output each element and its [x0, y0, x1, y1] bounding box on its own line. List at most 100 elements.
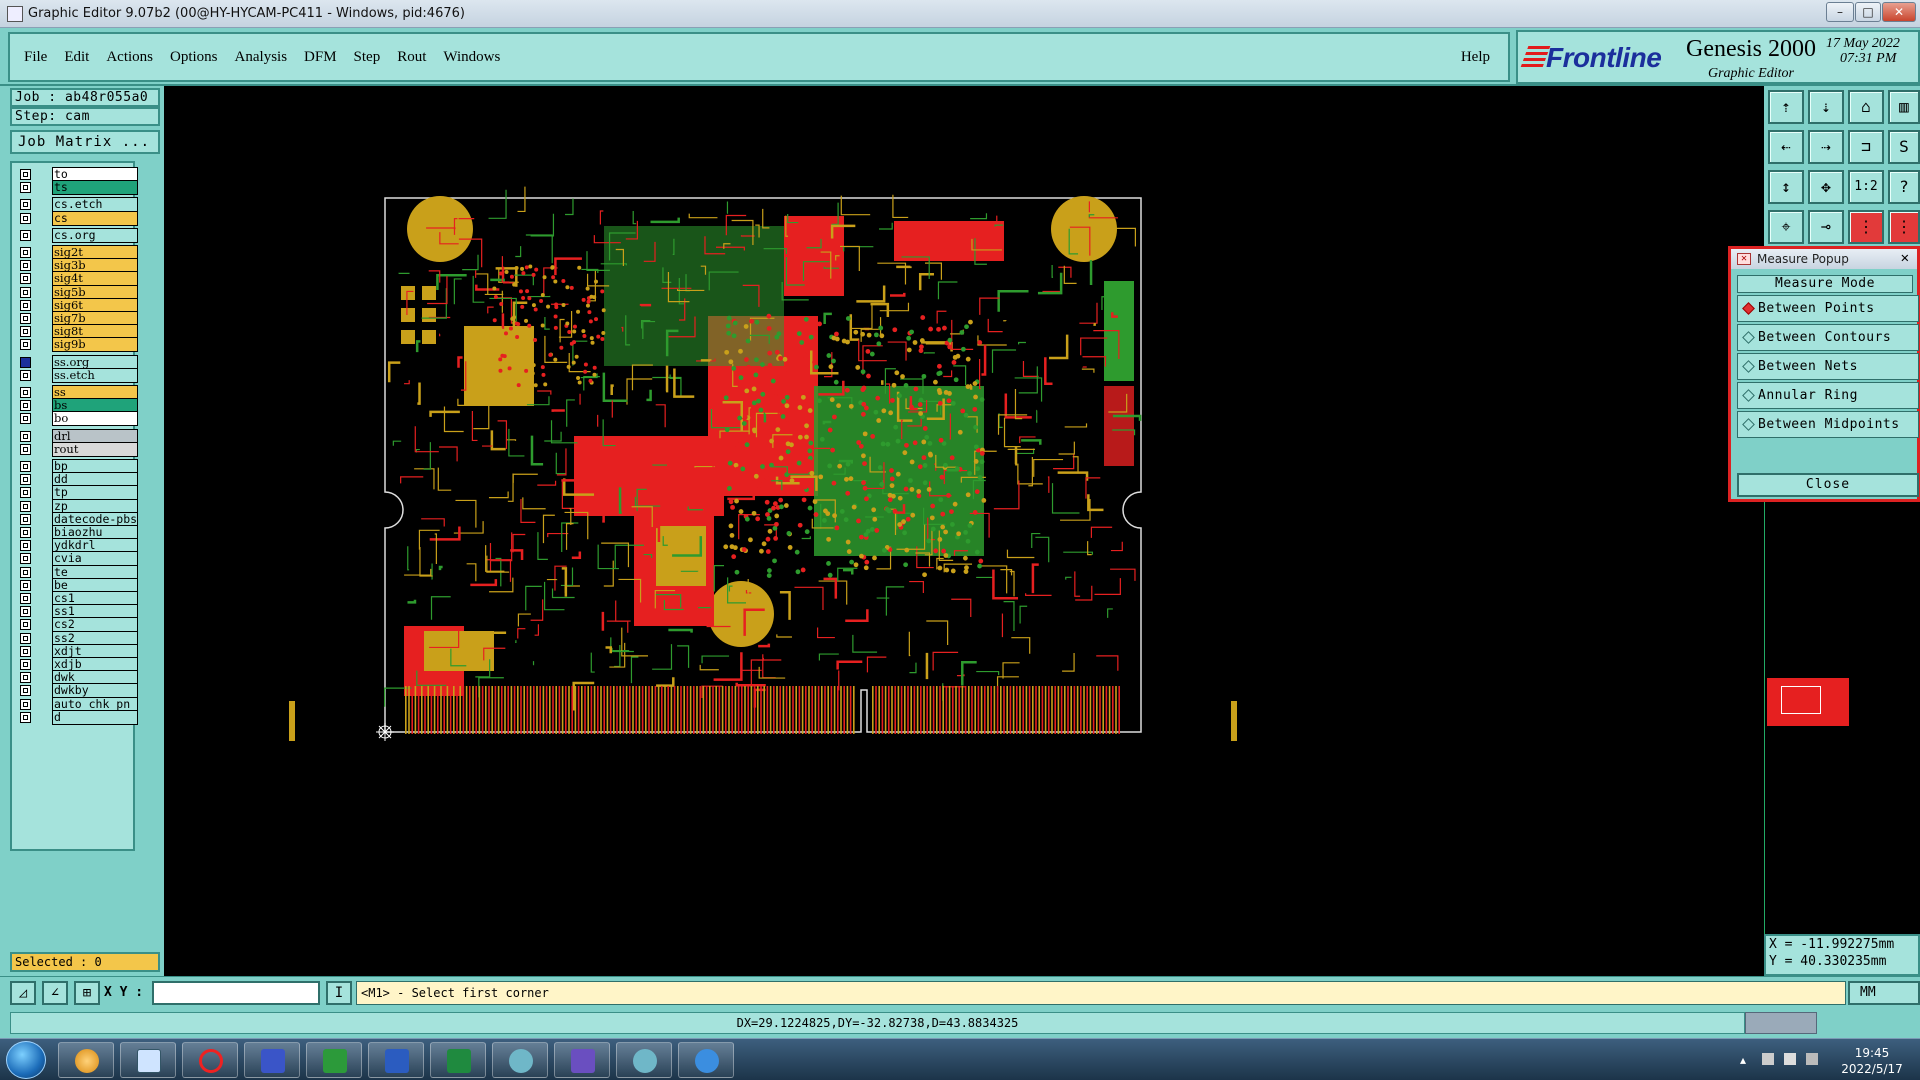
layer-checkbox[interactable]: [20, 199, 31, 211]
taskbar-app-green[interactable]: [306, 1042, 362, 1078]
layer-checkbox[interactable]: [20, 326, 31, 338]
taskbar-app-excel[interactable]: [430, 1042, 486, 1078]
layer-checkbox[interactable]: [20, 461, 31, 472]
net-highlight-icon[interactable]: ⋮: [1848, 210, 1884, 244]
layer-checkbox[interactable]: [20, 286, 31, 298]
layer-checkbox[interactable]: [20, 273, 31, 285]
minimize-button[interactable]: –: [1826, 2, 1854, 22]
snap-icon[interactable]: ⌖: [1768, 210, 1804, 244]
layer-name[interactable]: ts: [52, 180, 138, 196]
layer-checkbox[interactable]: [20, 400, 31, 412]
layer-name[interactable]: sig9b: [52, 337, 138, 353]
taskbar-app-viewer[interactable]: [492, 1042, 548, 1078]
layer-checkbox[interactable]: [20, 659, 31, 670]
text-cursor-icon[interactable]: I: [326, 981, 352, 1005]
layer-checkbox[interactable]: [20, 540, 31, 552]
menu-windows[interactable]: Windows: [443, 49, 500, 66]
grid-icon[interactable]: ⊞: [74, 981, 100, 1005]
mode-between-nets[interactable]: Between Nets: [1737, 353, 1919, 380]
layer-checkbox[interactable]: [20, 527, 31, 538]
network-icon[interactable]: [1806, 1053, 1818, 1065]
menu-options[interactable]: Options: [170, 49, 218, 66]
job-matrix-button[interactable]: Job Matrix ...: [10, 130, 160, 154]
layer-checkbox[interactable]: [20, 579, 31, 591]
layer-checkbox[interactable]: [20, 474, 31, 486]
layer-row[interactable]: bo: [16, 411, 144, 427]
layer-checkbox[interactable]: [20, 513, 31, 525]
graphic-canvas[interactable]: [164, 86, 1764, 976]
taskbar-app-browser[interactable]: [678, 1042, 734, 1078]
layer-checkbox[interactable]: [20, 169, 31, 180]
taskbar-app-word[interactable]: [368, 1042, 424, 1078]
measure-icon[interactable]: ⊸: [1808, 210, 1844, 244]
mode-between-contours[interactable]: Between Contours: [1737, 324, 1919, 351]
layer-checkbox[interactable]: [20, 500, 31, 512]
mode-between-points[interactable]: Between Points: [1737, 295, 1919, 322]
zoom-one-to-one-icon[interactable]: 1:2: [1848, 170, 1884, 204]
xy-input[interactable]: [152, 981, 320, 1005]
layer-name[interactable]: cs.org: [52, 227, 138, 243]
taskbar-app-red[interactable]: [182, 1042, 238, 1078]
layer-checkbox[interactable]: [20, 593, 31, 604]
mode-annular-ring[interactable]: Annular Ring: [1737, 382, 1919, 409]
layer-name[interactable]: cs: [52, 210, 138, 226]
popup-close-icon[interactable]: ✕: [1737, 253, 1751, 265]
layer-checkbox[interactable]: [20, 645, 31, 657]
layer-checkbox[interactable]: [20, 260, 31, 272]
layer-row[interactable]: d: [16, 709, 144, 725]
layer-checkbox[interactable]: [20, 369, 31, 381]
mode-between-midpoints[interactable]: Between Midpoints: [1737, 411, 1919, 438]
layer-checkbox[interactable]: [20, 413, 31, 425]
home-view-icon[interactable]: ⌂: [1848, 90, 1884, 124]
menu-file[interactable]: File: [24, 49, 47, 66]
menu-help[interactable]: Help: [1461, 49, 1490, 66]
connectivity-icon[interactable]: ⋮: [1888, 210, 1920, 244]
layer-checkbox[interactable]: [20, 299, 31, 311]
layer-name[interactable]: bo: [52, 411, 138, 427]
layer-row[interactable]: cs: [16, 210, 144, 226]
layer-row[interactable]: sig9b: [16, 337, 144, 353]
layer-checkbox[interactable]: [20, 356, 31, 368]
minimap-viewport[interactable]: [1781, 686, 1821, 714]
minimap[interactable]: [1767, 678, 1849, 726]
taskbar-app-viewer2[interactable]: [616, 1042, 672, 1078]
menu-edit[interactable]: Edit: [64, 49, 89, 66]
menu-dfm[interactable]: DFM: [304, 49, 337, 66]
layer-checkbox[interactable]: [20, 711, 31, 723]
redraw-icon[interactable]: S: [1888, 130, 1920, 164]
pan-right-icon[interactable]: ⇢: [1808, 130, 1844, 164]
layer-checkbox[interactable]: [20, 606, 31, 618]
layer-row[interactable]: ts: [16, 180, 144, 196]
volume-icon[interactable]: [1784, 1053, 1796, 1065]
layer-checkbox[interactable]: [20, 339, 31, 351]
layer-checkbox[interactable]: [20, 487, 31, 499]
help-icon[interactable]: ?: [1888, 170, 1920, 204]
split-view-icon[interactable]: ▥: [1888, 90, 1920, 124]
layer-checkbox[interactable]: [20, 430, 31, 442]
layer-checkbox[interactable]: [20, 553, 31, 565]
layer-name[interactable]: ss.etch: [52, 367, 138, 383]
taskbar-app-x[interactable]: [554, 1042, 610, 1078]
layer-name[interactable]: rout: [52, 441, 138, 457]
units-selector[interactable]: MM: [1848, 981, 1920, 1005]
menu-rout[interactable]: Rout: [397, 49, 426, 66]
menu-step[interactable]: Step: [354, 49, 381, 66]
tray-clock[interactable]: 19:45 2022/5/17: [1840, 1045, 1904, 1077]
layer-checkbox[interactable]: [20, 672, 31, 684]
start-button[interactable]: [6, 1041, 46, 1079]
measure-close-button[interactable]: Close: [1737, 473, 1919, 497]
layer-checkbox[interactable]: [20, 182, 31, 194]
zoom-box-icon[interactable]: ⊐: [1848, 130, 1884, 164]
fit-vertical-icon[interactable]: ↕: [1768, 170, 1804, 204]
layer-checkbox[interactable]: [20, 566, 31, 578]
layer-checkbox[interactable]: [20, 387, 31, 398]
pcb-view[interactable]: [164, 86, 1764, 976]
menu-actions[interactable]: Actions: [106, 49, 153, 66]
popup-x-icon[interactable]: ✕: [1901, 250, 1909, 266]
flag-icon[interactable]: [1762, 1053, 1774, 1065]
layer-checkbox[interactable]: [20, 247, 31, 258]
layer-checkbox[interactable]: [20, 212, 31, 224]
layer-checkbox[interactable]: [20, 229, 31, 241]
maximize-button[interactable]: □: [1855, 2, 1881, 22]
close-window-button[interactable]: ✕: [1882, 2, 1916, 22]
